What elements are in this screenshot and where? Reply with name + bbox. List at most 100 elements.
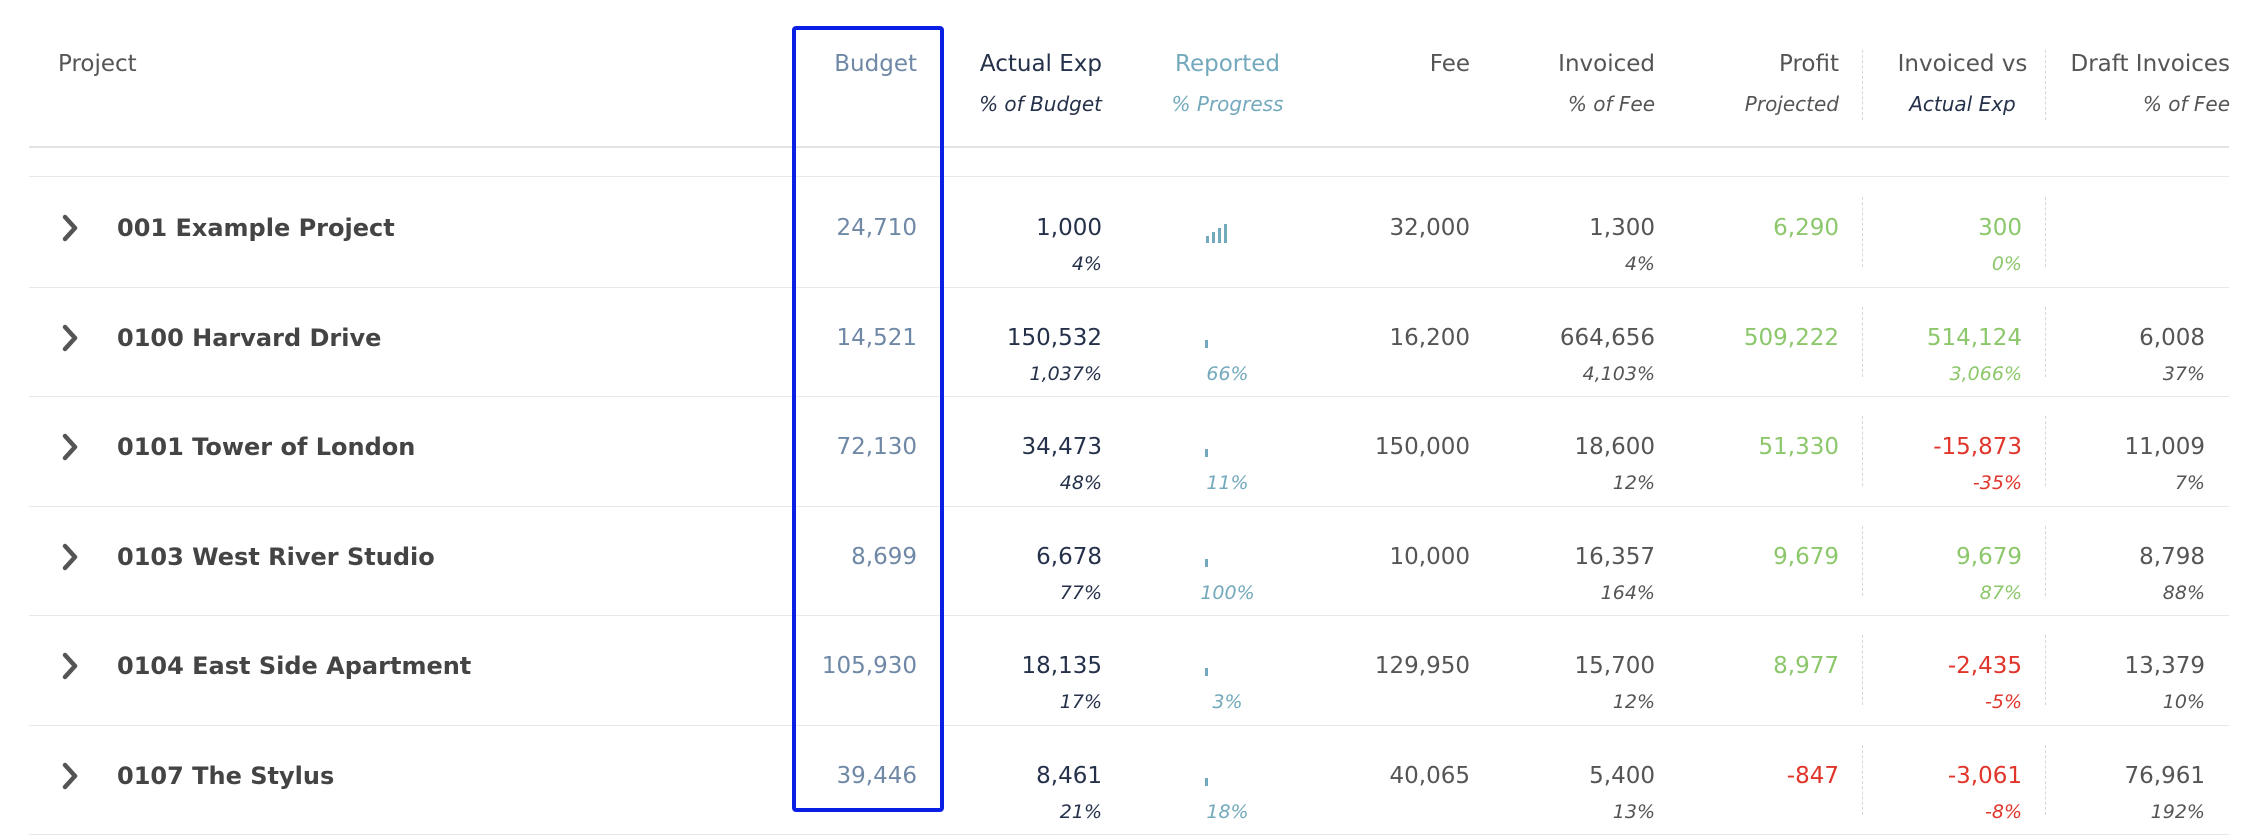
column-divider [2045,416,2046,486]
header-fee[interactable]: Fee [1330,51,1470,77]
column-divider [2045,525,2046,596]
column-divider [1862,197,1863,267]
column-divider [1862,416,1863,486]
table-row[interactable]: 0107 The Stylus 39,446 8,461 21% 18% 40,065 5,… [0,725,2267,834]
table-row[interactable]: 0104 East Side Apartment 105,930 18,135 17%… [0,615,2267,724]
header-rule [29,146,2229,148]
expand-chevron-icon[interactable] [60,761,82,791]
project-name[interactable]: 001 Example Project [117,214,395,242]
column-divider [2045,635,2046,705]
profit-value: 6,290 [1773,215,1839,241]
header-invoiced-vs[interactable]: Invoiced vs [1880,51,2045,77]
actual-exp-value: 150,532 [1006,324,1102,351]
header-draft-invoices-sub: % of Fee [2142,92,2230,116]
invoiced-value: 664,656 [1559,324,1655,351]
draft-invoices-pct: 37% [2162,362,2205,385]
reported-progress-pct: 18% [1206,800,1249,823]
expand-chevron-icon[interactable] [60,432,82,462]
invoiced-value: 5,400 [1589,762,1655,789]
project-name[interactable]: 0100 Harvard Drive [117,324,381,352]
progress-tick-icon [1205,668,1208,676]
invoiced-pct: 4% [1624,253,1655,275]
header-actual-exp-sub: % of Budget [979,92,1102,116]
header-reported-sub: % Progress [1171,92,1284,116]
invoiced-value: 1,300 [1589,215,1655,241]
draft-invoices-value: 13,379 [2124,653,2205,679]
draft-invoices-pct: 88% [2162,581,2205,604]
header-draft-invoices[interactable]: Draft Invoices [2060,51,2231,77]
column-divider [1862,635,1863,705]
progress-tick-icon [1205,558,1208,567]
header-project[interactable]: Project [58,51,137,77]
invoiced-pct: 164% [1600,581,1655,604]
column-divider [2045,50,2046,120]
actual-exp-value: 34,473 [1021,434,1102,460]
header-invoiced-vs-sub: Actual Exp [1909,92,2016,116]
actual-exp-value: 6,678 [1036,543,1102,570]
table-row[interactable]: 0101 Tower of London 72,130 34,473 48% 11% 15… [0,396,2267,505]
header-reported[interactable]: Reported [1170,51,1285,77]
draft-invoices-value: 8,798 [2139,543,2205,570]
table-row[interactable]: 0100 Harvard Drive 14,521 150,532 1,037% 66%… [0,287,2267,396]
invoiced-vs-actual-pct: -35% [1972,472,2022,494]
table-row[interactable]: 001 Example Project 24,710 1,000 4% 32,000 1,… [0,177,2267,286]
column-divider [1862,306,1863,377]
profit-value: 8,977 [1773,653,1839,679]
draft-invoices-value: 76,961 [2124,762,2205,789]
draft-invoices-value: 11,009 [2124,434,2205,460]
progress-tick-icon [1205,777,1208,786]
expand-chevron-icon[interactable] [60,542,82,572]
invoiced-value: 18,600 [1574,434,1655,460]
profit-value: -847 [1786,762,1839,789]
progress-tick-icon [1205,449,1208,457]
expand-chevron-icon[interactable] [60,323,82,353]
header-actual-exp[interactable]: Actual Exp [940,51,1102,77]
actual-exp-value: 8,461 [1036,762,1102,789]
invoiced-pct: 12% [1612,472,1655,494]
project-name[interactable]: 0107 The Stylus [117,762,334,790]
header-invoiced-sub: % of Fee [1567,92,1655,116]
invoiced-vs-actual-pct: 3,066% [1949,362,2022,385]
column-divider [2045,744,2046,815]
profit-value: 51,330 [1758,434,1839,460]
draft-invoices-pct: 10% [2162,691,2205,713]
fee-value: 16,200 [1389,324,1470,351]
reported-progress-pct: 11% [1206,472,1249,494]
fee-value: 32,000 [1389,215,1470,241]
bar-chart-icon [1206,224,1227,243]
invoiced-pct: 4,103% [1582,362,1655,385]
draft-invoices-pct: 192% [2150,800,2205,823]
invoiced-value: 15,700 [1574,653,1655,679]
header-profit[interactable]: Profit [1680,51,1839,77]
invoiced-vs-actual-value: -3,061 [1947,762,2022,789]
actual-exp-value: 1,000 [1036,215,1102,241]
actual-exp-pct: 1,037% [1029,362,1102,385]
column-divider [2045,306,2046,377]
reported-progress-pct: 66% [1206,362,1249,385]
project-name[interactable]: 0101 Tower of London [117,433,415,461]
project-name[interactable]: 0104 East Side Apartment [117,652,471,680]
column-divider [1862,744,1863,815]
invoiced-pct: 12% [1612,691,1655,713]
table-row[interactable]: 0103 West River Studio 8,699 6,678 77% 100% 1… [0,506,2267,615]
invoiced-vs-actual-pct: 0% [1991,253,2022,275]
column-divider [1862,525,1863,596]
fee-value: 10,000 [1389,543,1470,570]
budget-column-highlight [792,26,944,812]
invoiced-vs-actual-value: 300 [1978,215,2022,241]
column-divider [1862,50,1863,120]
invoiced-value: 16,357 [1574,543,1655,570]
invoiced-vs-actual-value: 514,124 [1926,324,2022,351]
actual-exp-pct: 17% [1059,691,1102,713]
header-profit-sub: Projected [1744,92,1839,116]
progress-tick-icon [1205,339,1208,348]
expand-chevron-icon[interactable] [60,213,82,243]
invoiced-vs-actual-pct: -8% [1985,800,2022,823]
actual-exp-value: 18,135 [1021,653,1102,679]
invoiced-pct: 13% [1612,800,1655,823]
expand-chevron-icon[interactable] [60,651,82,681]
project-name[interactable]: 0103 West River Studio [117,543,435,571]
header-invoiced[interactable]: Invoiced [1490,51,1655,77]
actual-exp-pct: 48% [1059,472,1102,494]
reported-progress-pct: 3% [1212,691,1243,713]
